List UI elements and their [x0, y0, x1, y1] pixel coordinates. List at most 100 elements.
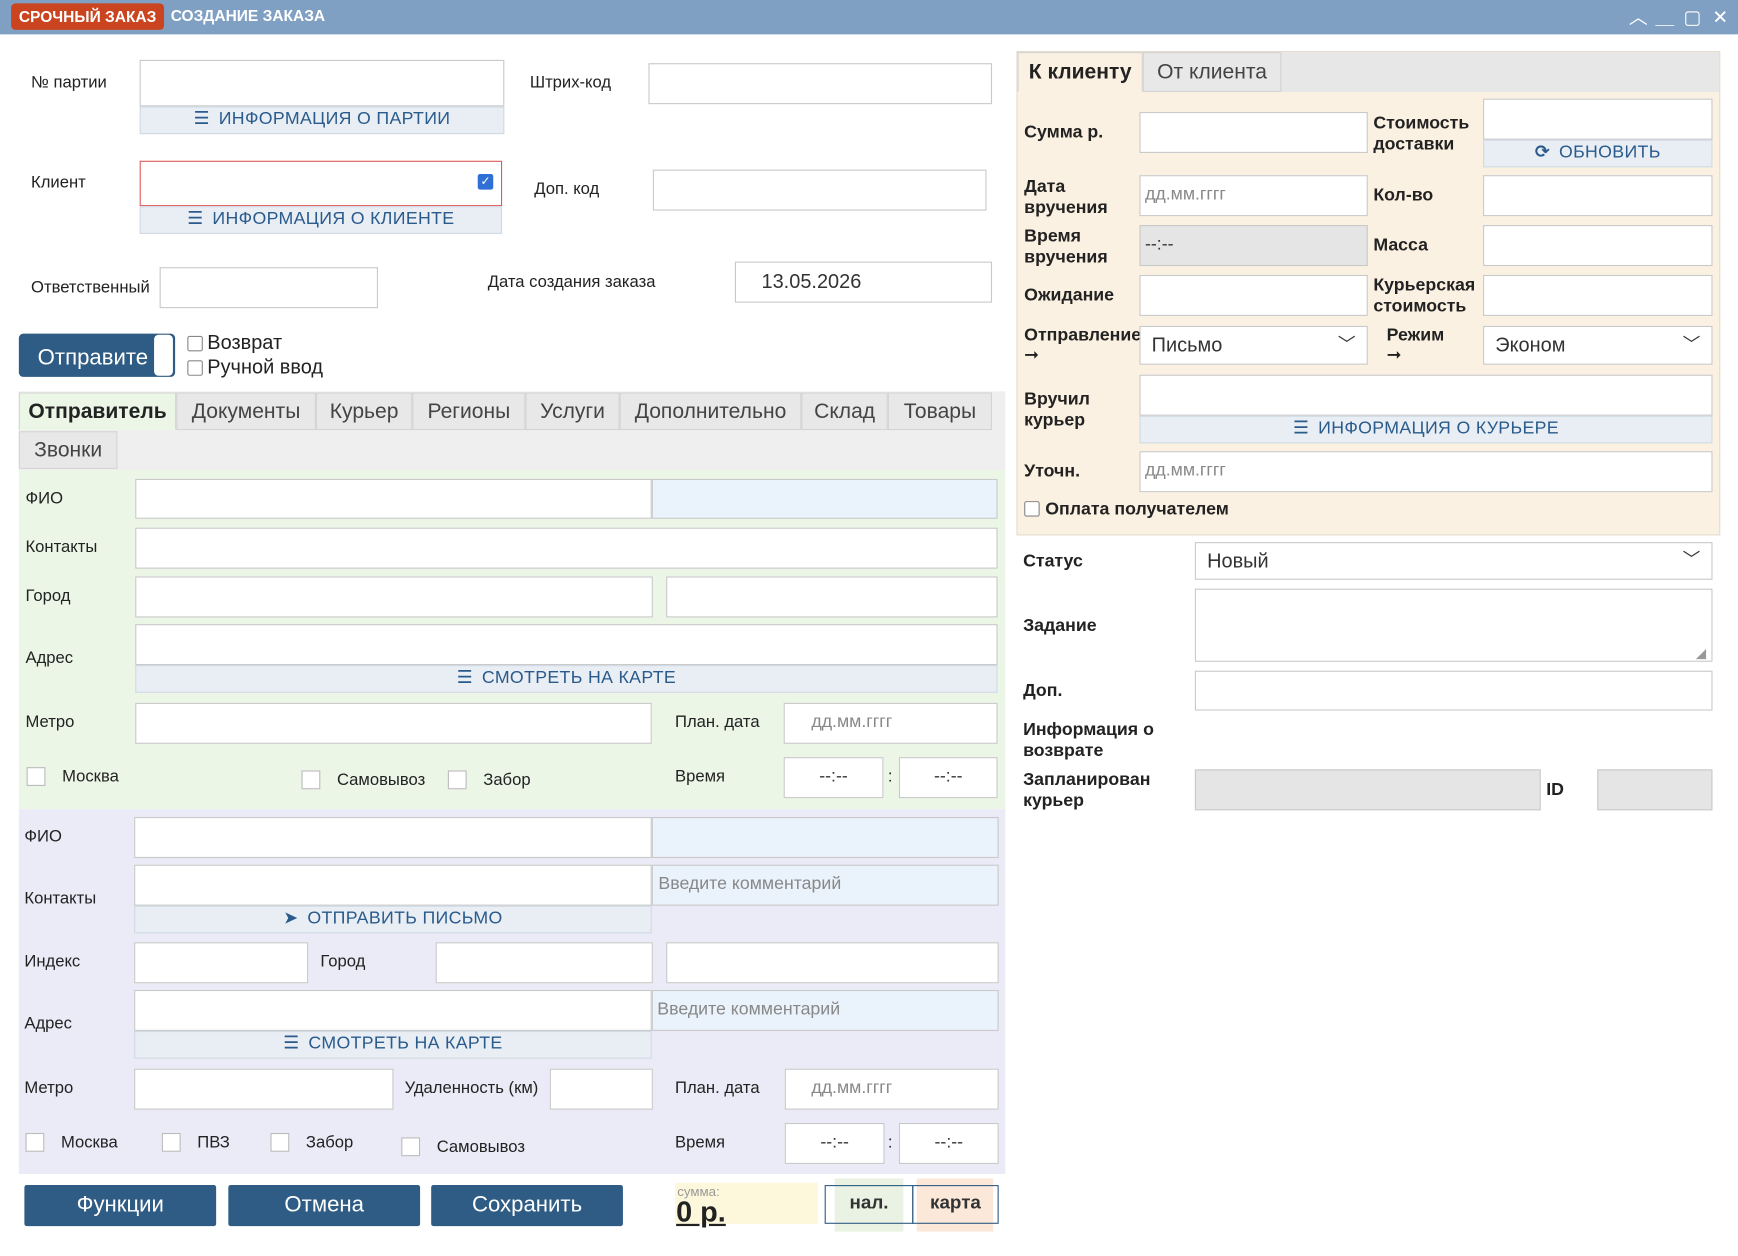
tab-services[interactable]: Услуги: [525, 392, 620, 431]
sender-fio-extra-input[interactable]: [651, 478, 998, 519]
batch-info-button[interactable]: ☰ ИНФОРМАЦИЯ О ПАРТИИ: [139, 106, 505, 135]
sender-city-extra-input[interactable]: [666, 576, 998, 618]
recipient-contacts-input[interactable]: [134, 864, 652, 906]
recipient-moscow-checkbox[interactable]: [25, 1132, 45, 1152]
mass-input[interactable]: [1483, 225, 1713, 267]
recipient-fio-extra-input[interactable]: [651, 817, 999, 859]
tab-regions[interactable]: Регионы: [412, 392, 526, 431]
close-icon[interactable]: ✕: [1709, 7, 1731, 29]
tab-documents[interactable]: Документы: [176, 392, 316, 431]
recipient-pickup-checkbox[interactable]: [401, 1137, 421, 1157]
hand-time-input[interactable]: --:--: [1139, 225, 1368, 267]
hand-date-input[interactable]: дд.мм.гггг: [1139, 175, 1368, 217]
qty-label: Кол-во: [1373, 186, 1434, 206]
recipient-city-input[interactable]: [435, 942, 653, 984]
sender-time-from-input[interactable]: --:--: [783, 757, 884, 799]
sender-moscow-checkbox[interactable]: [26, 767, 46, 786]
cash-button[interactable]: нал.: [824, 1185, 914, 1224]
minimize-icon[interactable]: ＿: [1654, 7, 1676, 29]
hand-time-label: Время вручения: [1024, 227, 1108, 268]
client-checkbox[interactable]: ✓: [477, 174, 494, 190]
recipient-city-extra-input[interactable]: [666, 942, 999, 984]
recipient-map-label: СМОТРЕТЬ НА КАРТЕ: [308, 1034, 503, 1054]
send-button[interactable]: Отправите: [18, 333, 176, 377]
paid-by-recipient-checkbox[interactable]: [1024, 501, 1040, 517]
extra-code-input[interactable]: [652, 169, 987, 211]
sender-metro-input[interactable]: [135, 702, 652, 744]
list-icon: ☰: [1293, 419, 1310, 438]
manual-input-checkbox[interactable]: [187, 360, 203, 376]
handed-courier-input[interactable]: [1139, 374, 1713, 416]
recipient-address-input[interactable]: [134, 989, 652, 1031]
tab-from-client[interactable]: От клиента: [1142, 52, 1282, 93]
tab-courier[interactable]: Курьер: [315, 392, 413, 431]
created-date-input[interactable]: 13.05.2026: [734, 261, 993, 303]
save-button[interactable]: Сохранить: [431, 1185, 623, 1227]
collapse-icon[interactable]: ︿: [1627, 7, 1649, 29]
dispatch-select[interactable]: Письмо ﹀: [1139, 325, 1368, 365]
sender-fio-label: ФИО: [25, 488, 64, 508]
sender-address-input[interactable]: [135, 624, 998, 666]
responsible-input[interactable]: [159, 267, 378, 309]
client-info-label: ИНФОРМАЦИЯ О КЛИЕНТЕ: [212, 209, 455, 229]
return-checkbox[interactable]: [187, 335, 203, 352]
tab-additional[interactable]: Дополнительно: [619, 392, 802, 431]
sender-fio-input[interactable]: [135, 478, 652, 519]
tab-calls[interactable]: Звонки: [18, 431, 118, 469]
recipient-map-button[interactable]: ☰ СМОТРЕТЬ НА КАРТЕ: [134, 1030, 652, 1059]
handed-courier-label: Вручил курьер: [1024, 390, 1090, 431]
functions-button[interactable]: Функции: [24, 1185, 217, 1227]
tab-sender[interactable]: Отправитель: [18, 392, 177, 431]
maximize-icon[interactable]: ▢: [1681, 7, 1703, 29]
waiting-input[interactable]: [1139, 274, 1368, 316]
clarify-date-input[interactable]: дд.мм.гггг: [1139, 451, 1713, 493]
tab-to-client[interactable]: К клиенту: [1017, 52, 1143, 93]
status-select[interactable]: Новый ﹀: [1194, 542, 1713, 580]
tab-warehouse[interactable]: Склад: [801, 392, 888, 431]
recipient-time-to-input[interactable]: --:--: [898, 1122, 999, 1164]
qty-input[interactable]: [1483, 175, 1713, 217]
mass-label: Масса: [1373, 236, 1428, 255]
mode-select[interactable]: Эконом ﹀: [1483, 325, 1713, 365]
tab-goods[interactable]: Товары: [887, 392, 993, 431]
cancel-button[interactable]: Отмена: [228, 1185, 421, 1227]
recipient-fio-input[interactable]: [134, 817, 652, 859]
recipient-collect-checkbox[interactable]: [270, 1132, 290, 1152]
courier-info-button[interactable]: ☰ ИНФОРМАЦИЯ О КУРЬЕРЕ: [1139, 415, 1713, 444]
delivery-cost-input[interactable]: [1483, 98, 1713, 140]
recipient-pvz-checkbox[interactable]: [161, 1132, 181, 1152]
client-input[interactable]: [139, 160, 503, 207]
id-input[interactable]: [1597, 769, 1713, 811]
refresh-button[interactable]: ⟳ ОБНОВИТЬ: [1483, 139, 1713, 168]
recipient-contacts-comment-input[interactable]: Введите комментарий: [651, 864, 999, 906]
planned-courier-input[interactable]: [1194, 769, 1541, 811]
recipient-index-input[interactable]: [134, 942, 309, 984]
resize-grip-icon[interactable]: ◢: [1696, 645, 1706, 661]
recipient-moscow-label: Москва: [60, 1132, 118, 1152]
task-textarea[interactable]: [1194, 588, 1713, 662]
sender-collect-checkbox[interactable]: [447, 770, 467, 790]
recipient-distance-input[interactable]: [549, 1068, 653, 1110]
sender-city-input[interactable]: [135, 576, 653, 618]
recipient-distance-label: Удаленность (км): [404, 1078, 539, 1098]
sender-time-to-input[interactable]: --:--: [898, 757, 998, 799]
sender-map-button[interactable]: ☰ СМОТРЕТЬ НА КАРТЕ: [135, 665, 998, 693]
sender-pickup-checkbox[interactable]: [301, 770, 321, 790]
batch-label: № партии: [31, 73, 107, 93]
client-info-button[interactable]: ☰ ИНФОРМАЦИЯ О КЛИЕНТЕ: [139, 206, 503, 234]
send-letter-button[interactable]: ➤ ОТПРАВИТЬ ПИСЬМО: [134, 905, 652, 934]
extra-input[interactable]: [1194, 670, 1713, 711]
card-button[interactable]: карта: [912, 1185, 999, 1224]
recipient-metro-input[interactable]: [134, 1068, 394, 1110]
sender-plan-date-input[interactable]: дд.мм.гггг: [783, 702, 998, 744]
batch-input[interactable]: [139, 59, 505, 107]
recipient-plan-date-input[interactable]: дд.мм.гггг: [784, 1068, 999, 1110]
recipient-time-from-input[interactable]: --:--: [784, 1122, 885, 1164]
sum-input[interactable]: [1139, 111, 1368, 153]
sender-contacts-input[interactable]: [135, 527, 998, 569]
recipient-city-label: Город: [320, 952, 366, 972]
courier-cost-input[interactable]: [1483, 274, 1713, 316]
recipient-address-comment-input[interactable]: Введите комментарий: [651, 989, 999, 1031]
responsible-label: Ответственный: [31, 278, 150, 298]
barcode-input[interactable]: [648, 63, 993, 105]
